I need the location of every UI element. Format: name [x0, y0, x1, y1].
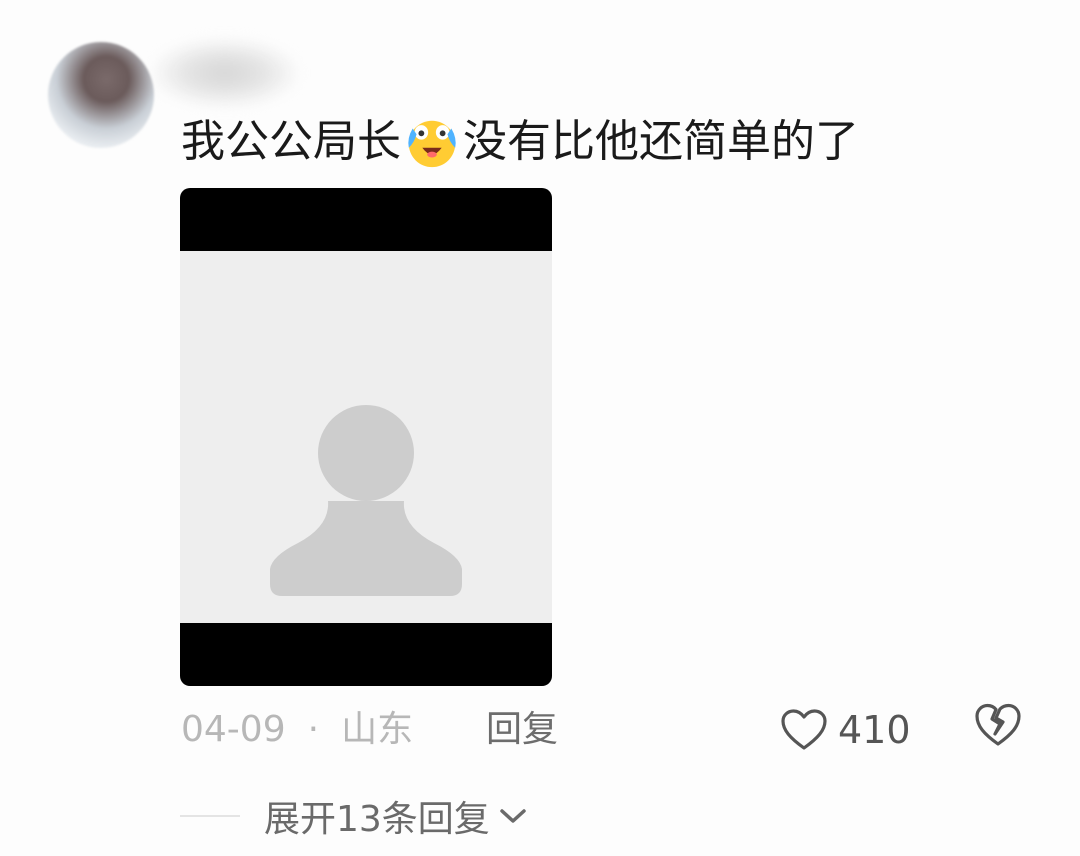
comment-meta: 04-09 · 山东: [181, 700, 413, 760]
comment-text: 我公公局长 没有比他还简单的了: [181, 112, 859, 172]
heart-icon: [781, 709, 827, 750]
expand-replies-label: 展开13条回复: [264, 799, 490, 840]
reply-button[interactable]: 回复: [486, 700, 558, 760]
person-placeholder-icon: [270, 405, 462, 596]
username-blurred[interactable]: [150, 38, 300, 108]
like-count: 410: [838, 708, 911, 752]
chevron-down-icon: [500, 809, 526, 823]
meta-separator: ·: [307, 709, 320, 750]
comment-text-end: 没有比他还简单的了: [463, 116, 859, 167]
comment-image[interactable]: [180, 188, 552, 686]
comment-location: 山东: [341, 709, 414, 750]
divider-line: [180, 815, 240, 817]
broken-heart-icon: [975, 703, 1021, 746]
user-avatar[interactable]: [48, 42, 154, 148]
like-button[interactable]: 410: [780, 700, 911, 760]
comment-text-start: 我公公局长: [181, 116, 401, 167]
comment-date: 04-09: [181, 709, 286, 750]
dislike-button[interactable]: [974, 702, 1022, 752]
image-placeholder: [180, 251, 552, 623]
expand-replies[interactable]: 展开13条回复: [180, 788, 528, 844]
crying-laughing-emoji-icon: [408, 120, 456, 168]
